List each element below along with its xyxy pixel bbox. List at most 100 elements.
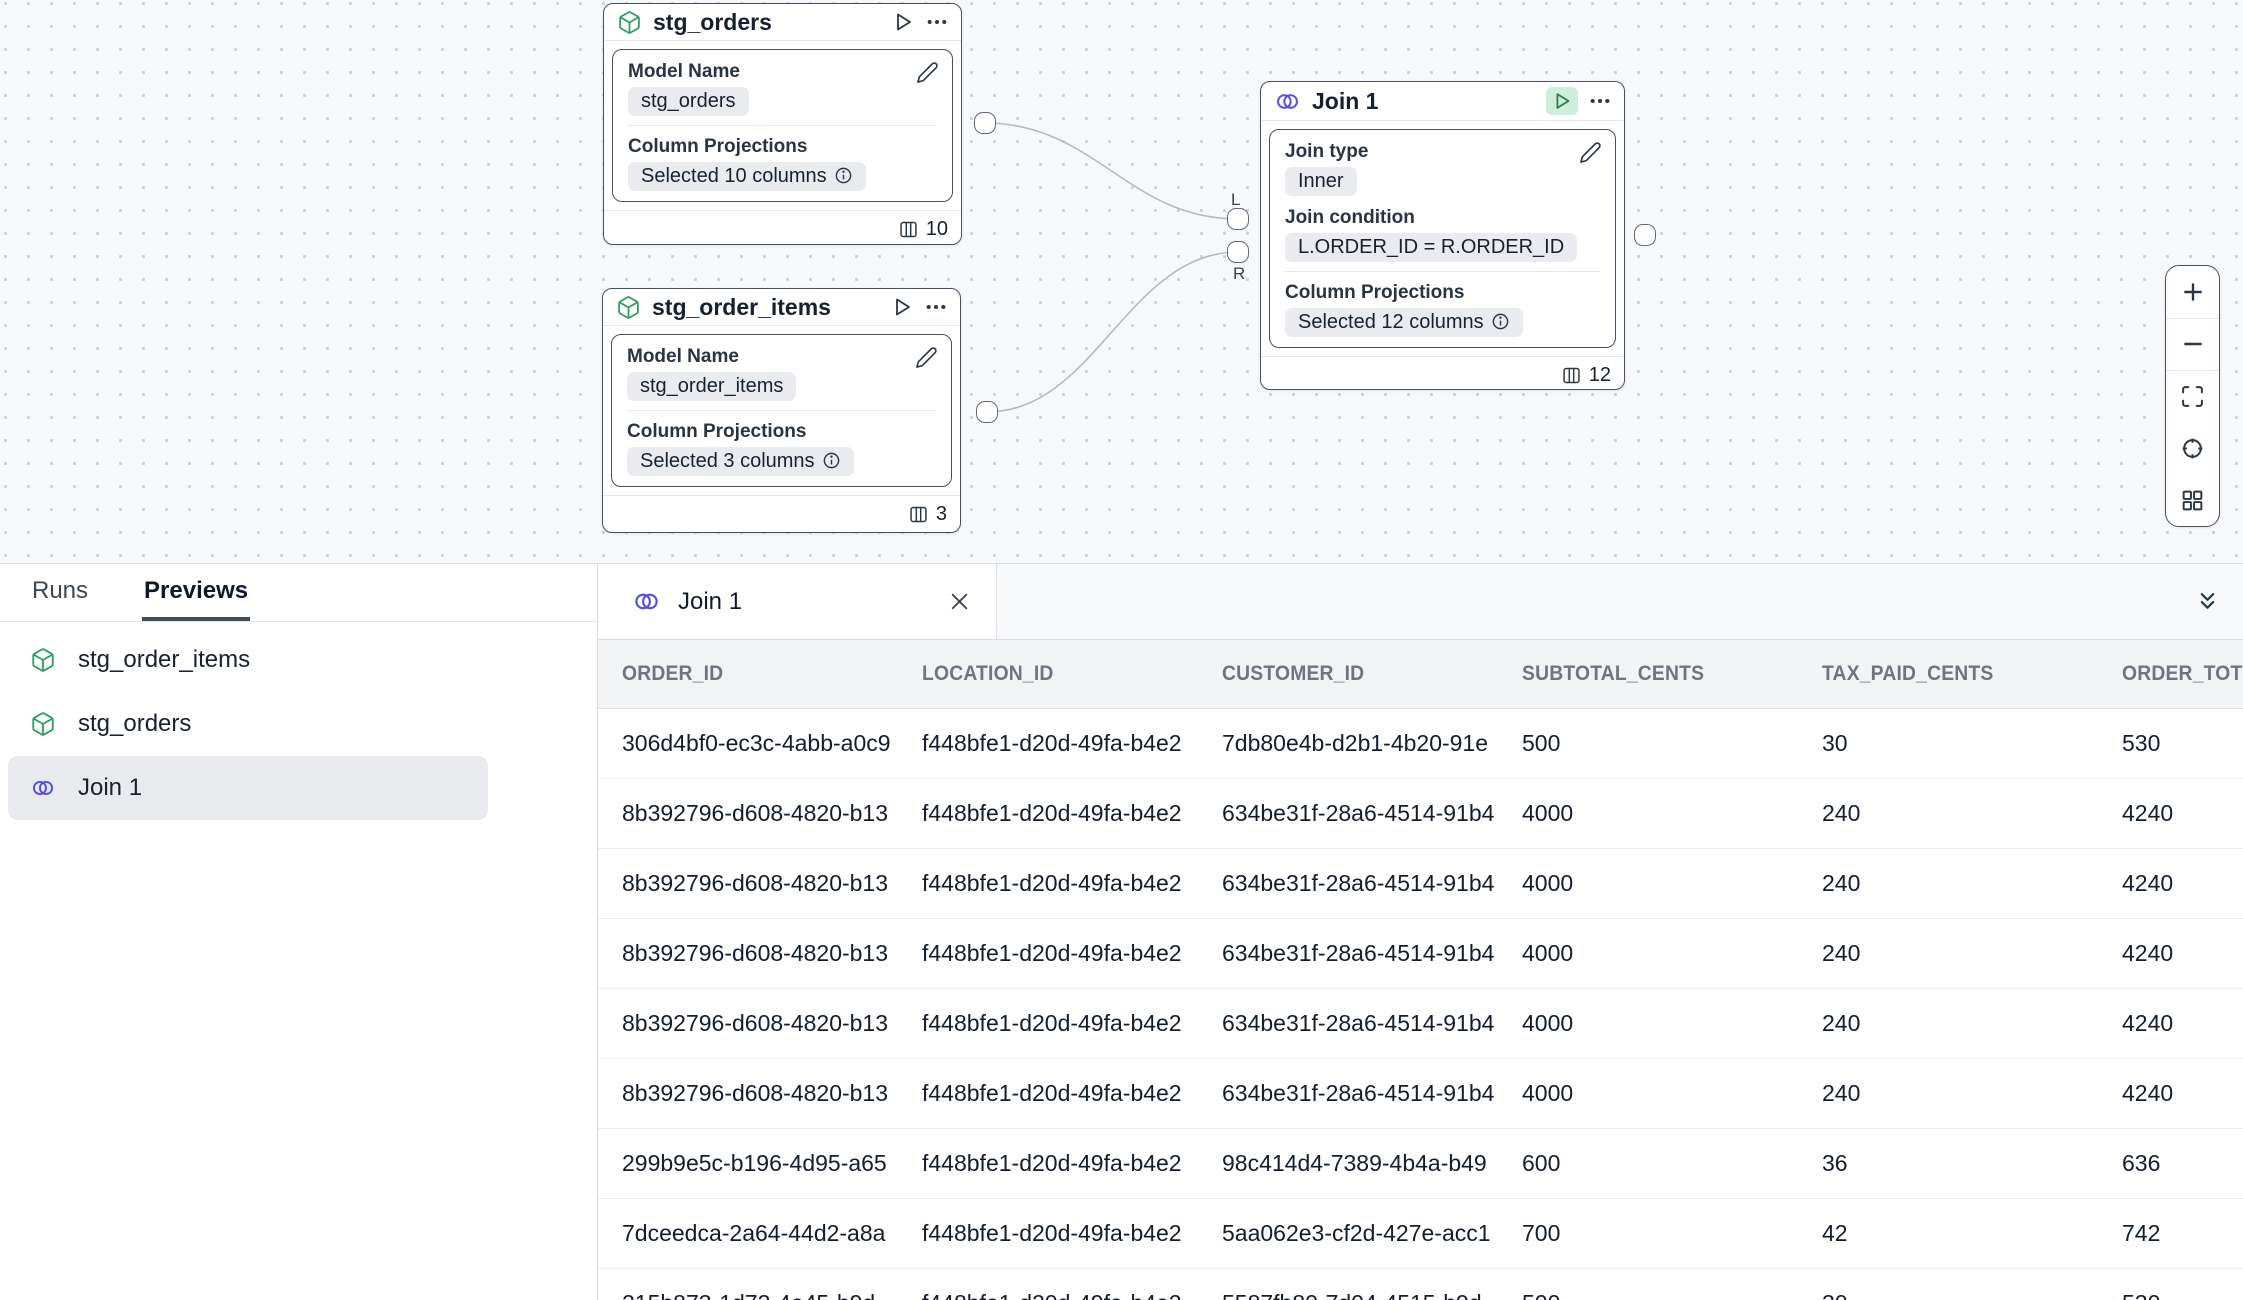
edit-icon[interactable]: [916, 61, 939, 84]
node-menu-button[interactable]: [1589, 90, 1611, 112]
join-type-chip[interactable]: Inner: [1285, 167, 1357, 196]
node-menu-button[interactable]: [925, 296, 947, 318]
handle-join-left-input[interactable]: [1227, 208, 1249, 230]
handle-stg-orders-output[interactable]: [974, 112, 996, 134]
node-header: stg_order_items: [603, 289, 960, 326]
table-cell: 636: [2098, 1150, 2243, 1177]
overview-grid-button[interactable]: [2166, 474, 2219, 526]
join-type-label: Join type: [1285, 140, 1600, 163]
join-condition-chip[interactable]: L.ORDER_ID = R.ORDER_ID: [1285, 233, 1577, 262]
model-cube-icon: [616, 295, 641, 320]
tab-previews[interactable]: Previews: [142, 564, 250, 621]
grid-icon: [2180, 488, 2205, 513]
edit-icon[interactable]: [1579, 141, 1602, 164]
table-cell: f448bfe1-d20d-49fa-b4e2: [898, 1220, 1198, 1247]
table-cell: 530: [2098, 730, 2243, 757]
table-cell: 634be31f-28a6-4514-91b4: [1198, 1080, 1498, 1107]
table-cell: f448bfe1-d20d-49fa-b4e2: [898, 870, 1198, 897]
info-icon: [1491, 312, 1510, 331]
table-cell: 4240: [2098, 1080, 2243, 1107]
list-item-label: Join 1: [78, 774, 142, 802]
close-preview-button[interactable]: [947, 589, 972, 614]
sidebar-tab-bar: Runs Previews: [0, 564, 597, 622]
column-header: ORDER_TOT: [2098, 662, 2243, 686]
join-venn-icon: [632, 587, 661, 616]
model-name-chip[interactable]: stg_orders: [628, 87, 749, 116]
app-root: stg_orders Model Name stg_orders Column …: [0, 0, 2243, 1300]
node-stg-orders[interactable]: stg_orders Model Name stg_orders Column …: [603, 3, 962, 245]
edge-orders-to-join: [985, 123, 1238, 219]
table-cell: 36: [1798, 1150, 2098, 1177]
model-name-chip[interactable]: stg_order_items: [627, 372, 796, 401]
canvas-zoom-toolbar: [2165, 265, 2220, 527]
list-item-stg-order-items[interactable]: stg_order_items: [8, 628, 488, 692]
columns-icon: [908, 504, 929, 525]
column-count: 12: [1589, 364, 1611, 387]
ellipsis-icon: [925, 296, 947, 318]
node-join-1[interactable]: Join 1 Join type Inner Join condition L.…: [1260, 81, 1625, 390]
preview-sidebar: Runs Previews stg_order_items stg_o: [0, 564, 598, 1300]
preview-area: Join 1 ORDER_IDLOCATION_IDCUSTOMER_IDSUB…: [598, 564, 2243, 1300]
list-item-label: stg_orders: [78, 710, 191, 738]
list-item-stg-orders[interactable]: stg_orders: [8, 692, 488, 756]
column-projections-label: Column Projections: [1285, 281, 1600, 304]
crosshair-icon: [2180, 436, 2205, 461]
handle-join-right-input[interactable]: [1227, 241, 1249, 263]
table-cell: 30: [1798, 1290, 2098, 1300]
column-projections-chip[interactable]: Selected 3 columns: [627, 447, 854, 476]
model-cube-icon: [30, 647, 56, 673]
list-item-join-1[interactable]: Join 1: [8, 756, 488, 820]
table-cell: 8b392796-d608-4820-b13: [598, 1010, 898, 1037]
table-cell: 500: [1498, 1290, 1798, 1300]
node-footer: 12: [1261, 356, 1624, 394]
column-header: ORDER_ID: [598, 662, 898, 686]
node-menu-button[interactable]: [926, 11, 948, 33]
table-cell: 30: [1798, 730, 2098, 757]
table-cell: 240: [1798, 1080, 2098, 1107]
table-cell: 500: [1498, 730, 1798, 757]
model-name-label: Model Name: [627, 345, 936, 368]
fit-view-button[interactable]: [2166, 371, 2219, 423]
handle-stg-order-items-output[interactable]: [976, 401, 998, 423]
handle-join-output[interactable]: [1634, 224, 1656, 246]
node-header: stg_orders: [604, 4, 961, 41]
bottom-panel: Runs Previews stg_order_items stg_o: [0, 563, 2243, 1300]
node-properties-card: Model Name stg_orders Column Projections…: [612, 49, 953, 202]
table-cell: 7dceedca-2a64-44d2-a8a: [598, 1220, 898, 1247]
play-icon: [890, 295, 914, 319]
table-row: 8b392796-d608-4820-b13f448bfe1-d20d-49fa…: [598, 989, 2243, 1059]
run-node-button[interactable]: [890, 295, 914, 319]
close-icon: [947, 589, 972, 614]
edit-icon[interactable]: [915, 346, 938, 369]
collapse-panel-button[interactable]: [2194, 564, 2221, 639]
table-cell: 742: [2098, 1220, 2243, 1247]
join-condition-label: Join condition: [1285, 206, 1600, 229]
column-header: SUBTOTAL_CENTS: [1498, 662, 1798, 686]
table-cell: 600: [1498, 1150, 1798, 1177]
node-title: stg_order_items: [652, 294, 879, 321]
pipeline-canvas[interactable]: stg_orders Model Name stg_orders Column …: [0, 0, 2243, 563]
table-row: 306d4bf0-ec3c-4abb-a0c9f448bfe1-d20d-49f…: [598, 709, 2243, 779]
node-title: stg_orders: [653, 9, 880, 36]
node-properties-card: Model Name stg_order_items Column Projec…: [611, 334, 952, 487]
zoom-in-button[interactable]: [2166, 266, 2219, 319]
join-venn-icon: [1274, 88, 1301, 115]
tab-runs[interactable]: Runs: [30, 564, 90, 621]
run-node-button[interactable]: [1546, 87, 1578, 115]
table-cell: 634be31f-28a6-4514-91b4: [1198, 940, 1498, 967]
play-icon: [1551, 90, 1573, 112]
table-cell: 4000: [1498, 870, 1798, 897]
preview-tab-join-1[interactable]: Join 1: [598, 564, 997, 639]
table-cell: 700: [1498, 1220, 1798, 1247]
model-cube-icon: [30, 711, 56, 737]
table-cell: 4240: [2098, 800, 2243, 827]
column-projections-chip[interactable]: Selected 12 columns: [1285, 308, 1523, 337]
node-footer: 3: [603, 495, 960, 533]
zoom-out-button[interactable]: [2166, 319, 2219, 372]
run-node-button[interactable]: [891, 10, 915, 34]
column-projections-chip[interactable]: Selected 10 columns: [628, 162, 866, 191]
node-stg-order-items[interactable]: stg_order_items Model Name stg_order_ite…: [602, 288, 961, 533]
center-view-button[interactable]: [2166, 423, 2219, 475]
table-cell: 240: [1798, 940, 2098, 967]
table-cell: f448bfe1-d20d-49fa-b4e2: [898, 940, 1198, 967]
